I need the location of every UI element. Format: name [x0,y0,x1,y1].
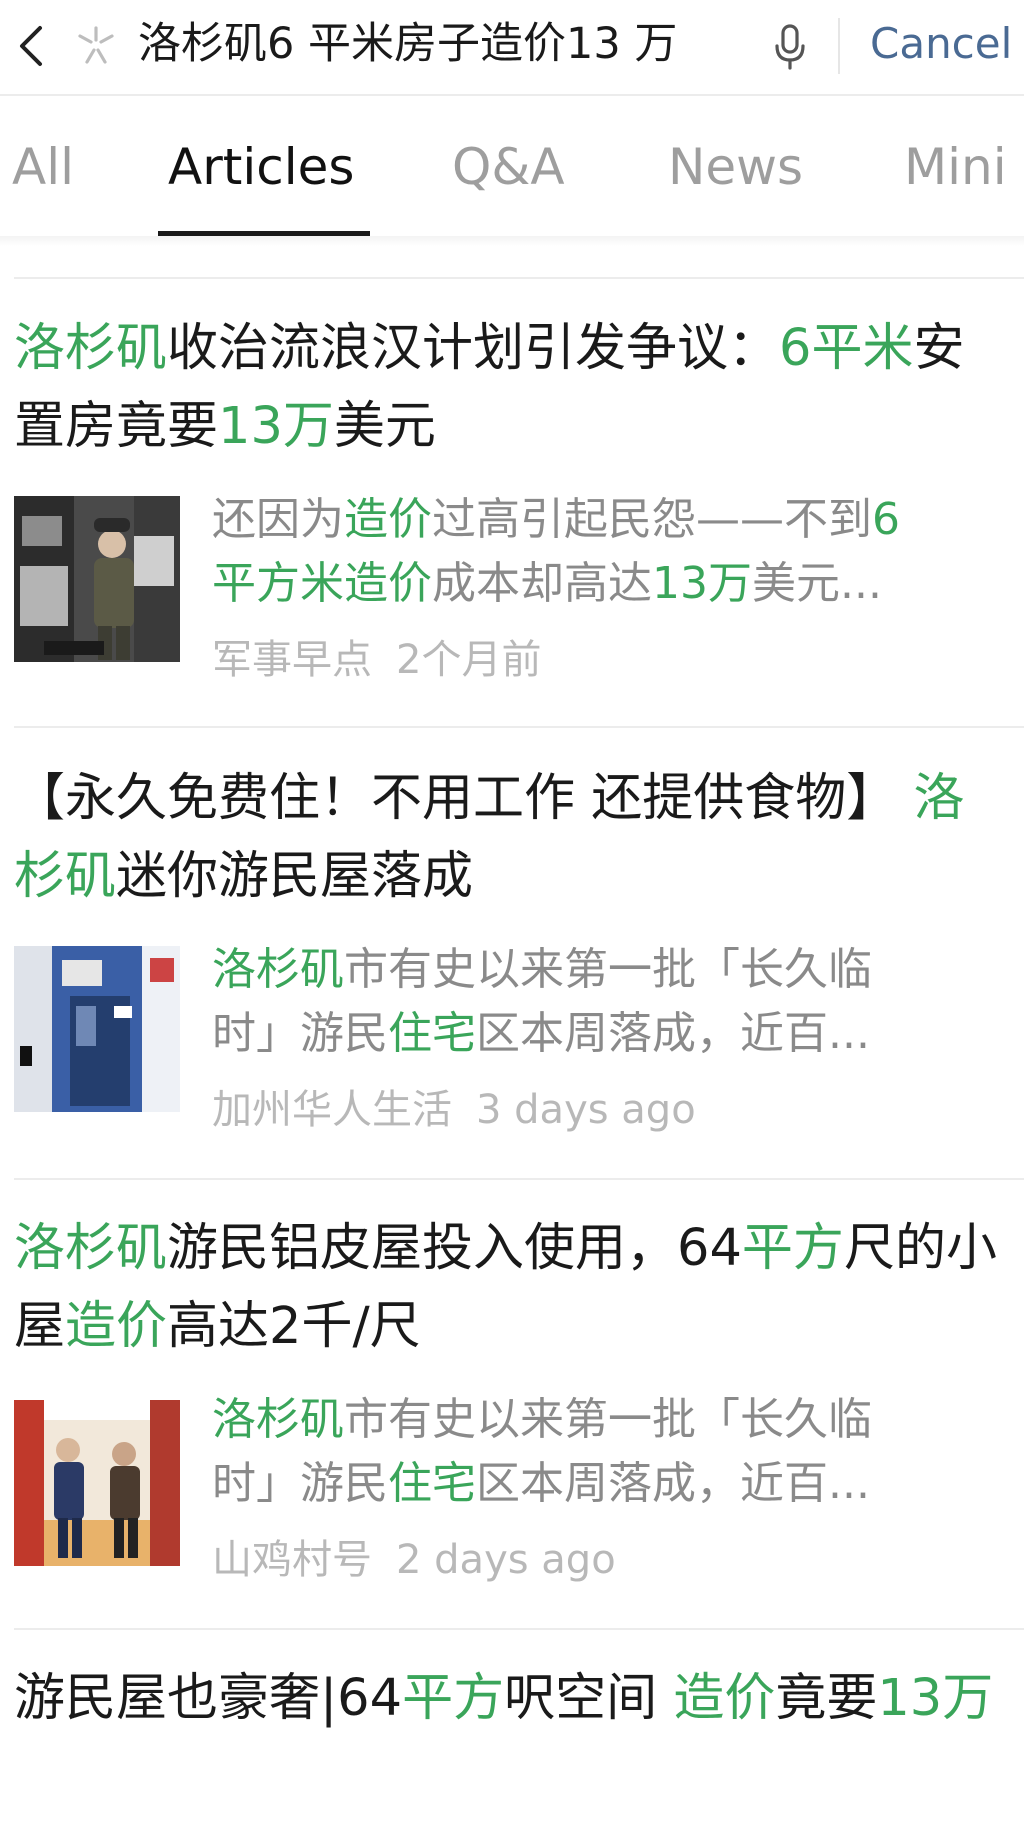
search-divider [838,18,840,74]
text-segment: 区本周落成，近百... [476,1008,870,1059]
text-segment: 美元 [333,397,436,456]
divider [14,1178,1024,1180]
result-snippet-line: 洛杉矶市有史以来第一批「长久临 [212,1388,1012,1452]
result-thumbnail[interactable] [14,1400,180,1566]
highlight-text: 6 [872,494,900,545]
result-source[interactable]: 加州华人生活 [212,1087,452,1133]
microphone-icon[interactable] [770,22,810,72]
result-time: 3 days ago [476,1087,696,1133]
text-segment: 时」游民 [212,1008,388,1059]
text-segment: 竟要 [775,1669,878,1728]
tab-news[interactable]: News [668,132,803,202]
highlight-text: 平方 [741,1219,844,1278]
result-snippet-line: 还因为造价过高引起民怨——不到6 [212,488,1012,552]
tab-qa[interactable]: Q&A [452,132,565,202]
result-snippet-line: 时」游民住宅区本周落成，近百... [212,1002,1012,1066]
text-segment: 游民屋也豪奢|64 [14,1669,403,1728]
tab-bar: All Articles Q&A News Mini [0,96,1024,246]
highlight-text: 洛杉矶 [212,944,344,995]
divider [14,277,1024,279]
result-title[interactable]: 洛杉矶收治流浪汉计划引发争议：6平米安置房竟要13万美元 [14,310,1014,470]
result-title[interactable]: 【永久免费住！不用工作 还提供食物】 洛杉矶迷你游民屋落成 [14,760,1014,920]
highlight-text: 洛杉矶 [14,1219,168,1278]
result-time: 2个月前 [396,637,542,683]
highlight-text: 13万 [877,1669,994,1728]
result-source[interactable]: 山鸡村号 [212,1537,372,1583]
highlight-text: 住宅 [388,1008,476,1059]
result-meta: 加州华人生活 3 days ago [212,1080,696,1140]
tab-all[interactable]: All [12,132,74,202]
text-segment: 收治流浪汉计划引发争议： [167,319,780,378]
highlight-text: 平方米造价 [212,558,432,609]
highlight-text: 洛杉矶 [212,1394,344,1445]
text-segment: 游民铝皮屋投入使用，64 [167,1219,742,1278]
result-title[interactable]: 洛杉矶游民铝皮屋投入使用，64平方尺的小屋造价高达2千/尺 [14,1210,1014,1370]
highlight-text: 住宅 [388,1458,476,1509]
text-segment: 呎空间 [504,1669,674,1728]
tab-articles[interactable]: Articles [168,132,354,202]
result-thumbnail[interactable] [14,946,180,1112]
highlight-text: 造价 [344,494,432,545]
highlight-text: 平方 [402,1669,505,1728]
text-segment: 【永久免费住！不用工作 还提供食物】 [14,769,914,828]
highlight-text: 造价 [65,1297,168,1356]
divider [14,1628,1024,1630]
result-meta: 山鸡村号 2 days ago [212,1530,616,1590]
result-thumbnail[interactable] [14,496,180,662]
text-segment: 市有史以来第一批「长久临 [344,944,872,995]
text-segment: 还因为 [212,494,344,545]
text-segment: 市有史以来第一批「长久临 [344,1394,872,1445]
search-input[interactable]: 洛杉矶6 平米房子造价13 万 [138,14,677,74]
text-segment: 美元... [752,558,882,609]
tab-mini[interactable]: Mini [904,132,1007,202]
result-snippet-line: 洛杉矶市有史以来第一批「长久临 [212,938,1012,1002]
highlight-text: 6平米 [779,319,914,378]
text-segment: 成本却高达 [432,558,652,609]
result-meta: 军事早点 2个月前 [212,630,541,690]
wechat-search-logo-icon [78,26,114,64]
highlight-text: 13万 [218,397,334,456]
result-snippet-line: 时」游民住宅区本周落成，近百... [212,1452,1012,1516]
text-segment: 过高引起民怨——不到 [432,494,872,545]
search-bar: 洛杉矶6 平米房子造价13 万 Cancel [0,0,1024,96]
result-time: 2 days ago [396,1537,616,1583]
text-segment: 区本周落成，近百... [476,1458,870,1509]
back-chevron-icon[interactable] [12,22,52,70]
divider [14,726,1024,728]
highlight-text: 造价 [673,1669,776,1728]
text-segment: 高达2千/尺 [167,1297,421,1356]
text-segment: 时」游民 [212,1458,388,1509]
highlight-text: 13万 [652,558,752,609]
tabs-shadow [0,236,1024,246]
text-segment: 迷你游民屋落成 [116,847,474,906]
cancel-button[interactable]: Cancel [870,14,1012,74]
result-source[interactable]: 军事早点 [212,637,372,683]
result-title[interactable]: 游民屋也豪奢|64平方呎空间 造价竟要13万 [14,1660,1014,1820]
highlight-text: 洛杉矶 [14,319,168,378]
result-snippet-line: 平方米造价成本却高达13万美元... [212,552,1012,616]
